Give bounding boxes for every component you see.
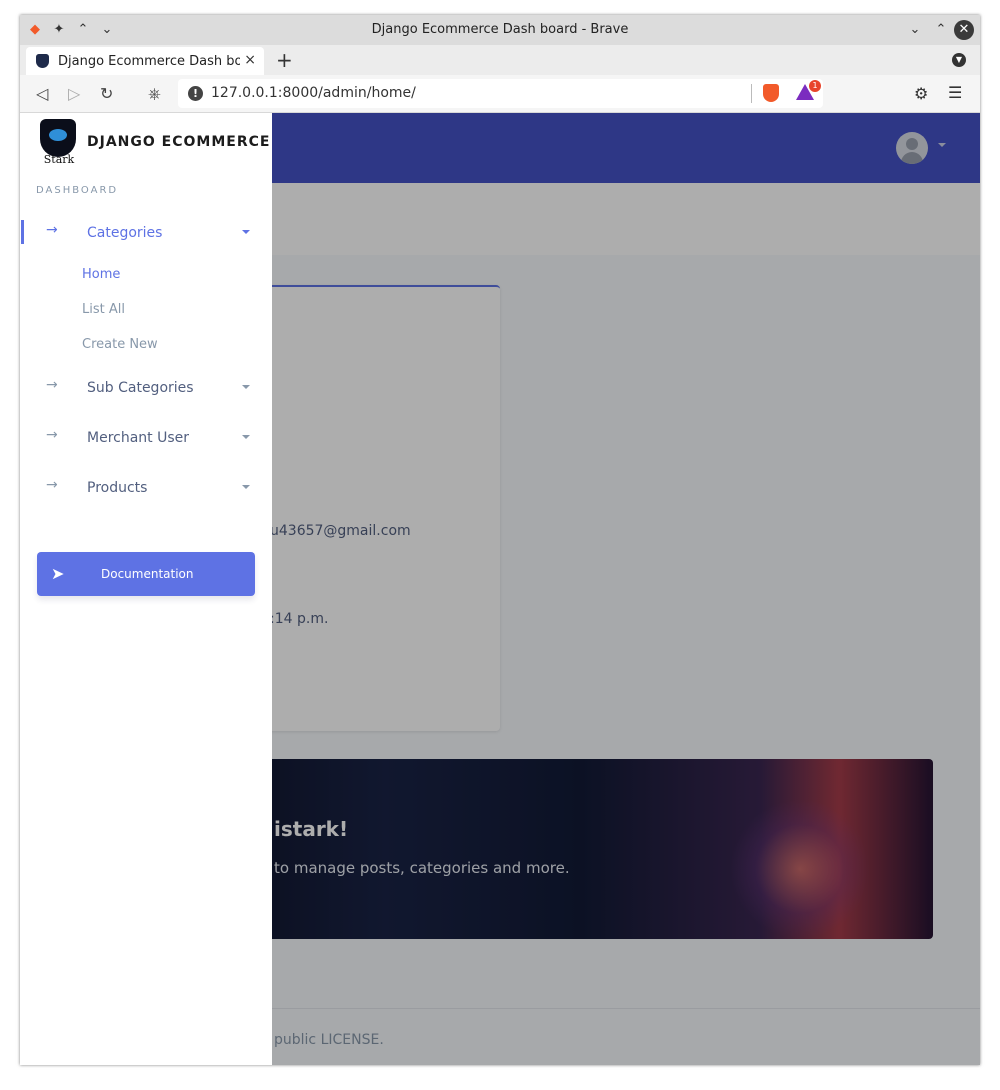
- maximize-icon[interactable]: ⌃: [932, 21, 950, 39]
- tab-strip: Django Ecommerce Dash board × + ▼: [20, 45, 980, 75]
- favicon-icon: [36, 54, 49, 68]
- back-icon[interactable]: ◁: [36, 84, 48, 103]
- rocket-icon: ➤: [51, 564, 65, 583]
- sidebar-item-merchant-user[interactable]: → Merchant User: [20, 419, 272, 455]
- close-icon[interactable]: ✕: [954, 20, 974, 40]
- brand-name[interactable]: DJANGO ECOMMERCE: [87, 134, 270, 150]
- rewards-badge: 1: [809, 80, 821, 92]
- bookmark-icon[interactable]: ⎈: [148, 84, 161, 104]
- reload-icon[interactable]: ↻: [100, 84, 113, 103]
- brand-logo-text: Stark: [43, 153, 75, 166]
- subnav-item-list-all[interactable]: List All: [82, 302, 125, 317]
- address-bar[interactable]: ! 127.0.0.1:8000/admin/home/ 1: [178, 79, 823, 108]
- arrow-right-icon: →: [46, 477, 58, 493]
- subnav-item-create-new[interactable]: Create New: [82, 337, 158, 352]
- forward-icon[interactable]: ▷: [68, 84, 80, 103]
- documentation-label: Documentation: [101, 567, 194, 581]
- tab-list-icon[interactable]: ▼: [952, 53, 966, 67]
- sidebar-item-label: Categories: [87, 225, 163, 241]
- arrow-right-icon: →: [46, 222, 58, 238]
- sidebar-item-products[interactable]: → Products: [20, 469, 272, 505]
- web-page: u43657@gmail.com :14 p.m. istark! to man…: [20, 113, 980, 1065]
- new-tab-button[interactable]: +: [276, 48, 293, 72]
- chevron-down-icon: [242, 485, 250, 489]
- subnav-item-home[interactable]: Home: [82, 267, 120, 282]
- chevron-down-icon: [242, 230, 250, 234]
- active-indicator: [21, 220, 24, 244]
- tab-label: Django Ecommerce Dash board: [58, 54, 240, 69]
- tab-django-dashboard[interactable]: Django Ecommerce Dash board ×: [26, 47, 264, 75]
- tab-close-icon[interactable]: ×: [244, 52, 256, 68]
- documentation-button[interactable]: ➤ Documentation: [37, 552, 255, 596]
- brand-logo-icon[interactable]: [40, 119, 76, 157]
- logo-emblem: [49, 129, 67, 141]
- sidebar-item-categories[interactable]: → Categories: [20, 214, 272, 250]
- minimize-icon[interactable]: ⌄: [906, 21, 924, 39]
- sidebar-item-label: Products: [87, 480, 148, 496]
- urlbar-divider: [751, 84, 752, 103]
- chevron-down-icon: [242, 385, 250, 389]
- chevron-down-icon: [242, 435, 250, 439]
- sidebar-item-label: Sub Categories: [87, 380, 194, 396]
- browser-menu-icon[interactable]: ☰: [948, 83, 962, 102]
- sidebar-item-label: Merchant User: [87, 430, 190, 446]
- browser-toolbar: ◁ ▷ ↻ ⎈ ! 127.0.0.1:8000/admin/home/ 1 ⚙…: [20, 75, 980, 113]
- window-titlebar: ◆ ✦ ⌃ ⌄ Django Ecommerce Dash board - Br…: [20, 15, 980, 45]
- sidebar-section-heading: DASHBOARD: [36, 185, 119, 196]
- arrow-right-icon: →: [46, 377, 58, 393]
- browser-window: ◆ ✦ ⌃ ⌄ Django Ecommerce Dash board - Br…: [20, 15, 980, 1065]
- brave-shields-icon[interactable]: [763, 84, 779, 102]
- url-text[interactable]: 127.0.0.1:8000/admin/home/: [211, 85, 416, 101]
- extensions-icon[interactable]: ⚙: [914, 84, 928, 103]
- sidebar-item-sub-categories[interactable]: → Sub Categories: [20, 369, 272, 405]
- site-info-icon[interactable]: !: [188, 86, 203, 101]
- window-title: Django Ecommerce Dash board - Brave: [371, 22, 629, 37]
- arrow-right-icon: →: [46, 427, 58, 443]
- sidebar: Stark DJANGO ECOMMERCE DASHBOARD → Categ…: [20, 113, 272, 1065]
